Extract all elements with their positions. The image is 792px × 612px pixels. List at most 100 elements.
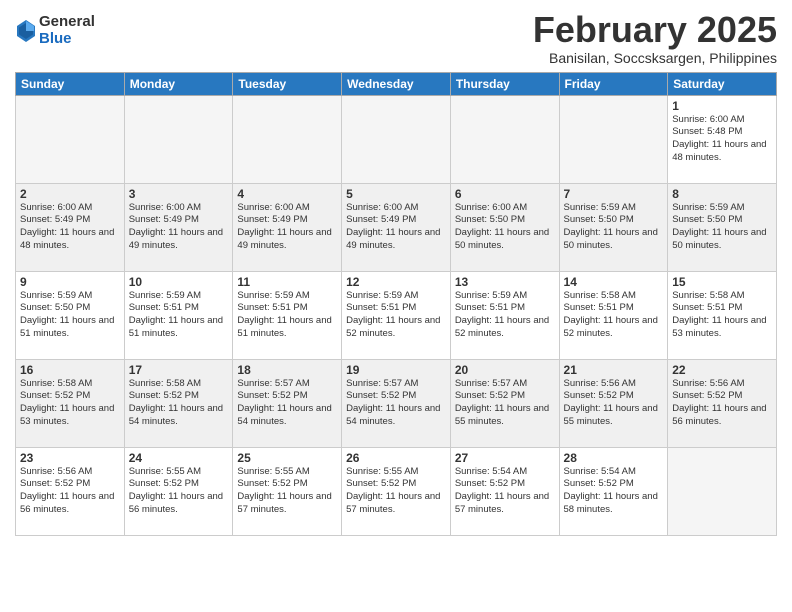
- calendar-week-row: 1Sunrise: 6:00 AM Sunset: 5:48 PM Daylig…: [16, 95, 777, 183]
- logo-text: General Blue: [39, 14, 95, 47]
- day-info: Sunrise: 5:57 AM Sunset: 5:52 PM Dayligh…: [346, 378, 446, 429]
- table-row: 6Sunrise: 6:00 AM Sunset: 5:50 PM Daylig…: [450, 183, 559, 271]
- day-info: Sunrise: 5:59 AM Sunset: 5:51 PM Dayligh…: [129, 290, 229, 341]
- day-info: Sunrise: 5:57 AM Sunset: 5:52 PM Dayligh…: [237, 378, 337, 429]
- table-row: 11Sunrise: 5:59 AM Sunset: 5:51 PM Dayli…: [233, 271, 342, 359]
- day-info: Sunrise: 5:59 AM Sunset: 5:51 PM Dayligh…: [346, 290, 446, 341]
- header: General Blue February 2025 Banisilan, So…: [15, 10, 777, 66]
- header-sunday: Sunday: [16, 72, 125, 95]
- day-info: Sunrise: 5:56 AM Sunset: 5:52 PM Dayligh…: [564, 378, 664, 429]
- table-row: 18Sunrise: 5:57 AM Sunset: 5:52 PM Dayli…: [233, 359, 342, 447]
- calendar-table: Sunday Monday Tuesday Wednesday Thursday…: [15, 72, 777, 536]
- header-tuesday: Tuesday: [233, 72, 342, 95]
- day-number: 7: [564, 187, 664, 201]
- table-row: 14Sunrise: 5:58 AM Sunset: 5:51 PM Dayli…: [559, 271, 668, 359]
- table-row: 12Sunrise: 5:59 AM Sunset: 5:51 PM Dayli…: [342, 271, 451, 359]
- logo: General Blue: [15, 14, 95, 47]
- calendar-week-row: 23Sunrise: 5:56 AM Sunset: 5:52 PM Dayli…: [16, 447, 777, 535]
- day-info: Sunrise: 6:00 AM Sunset: 5:48 PM Dayligh…: [672, 114, 772, 165]
- day-info: Sunrise: 5:58 AM Sunset: 5:51 PM Dayligh…: [564, 290, 664, 341]
- table-row: 15Sunrise: 5:58 AM Sunset: 5:51 PM Dayli…: [668, 271, 777, 359]
- day-number: 11: [237, 275, 337, 289]
- table-row: 5Sunrise: 6:00 AM Sunset: 5:49 PM Daylig…: [342, 183, 451, 271]
- day-number: 6: [455, 187, 555, 201]
- day-number: 21: [564, 363, 664, 377]
- table-row: 13Sunrise: 5:59 AM Sunset: 5:51 PM Dayli…: [450, 271, 559, 359]
- table-row: [559, 95, 668, 183]
- day-number: 26: [346, 451, 446, 465]
- day-info: Sunrise: 5:56 AM Sunset: 5:52 PM Dayligh…: [20, 466, 120, 517]
- day-number: 15: [672, 275, 772, 289]
- day-number: 28: [564, 451, 664, 465]
- day-number: 18: [237, 363, 337, 377]
- table-row: 16Sunrise: 5:58 AM Sunset: 5:52 PM Dayli…: [16, 359, 125, 447]
- day-number: 8: [672, 187, 772, 201]
- table-row: 3Sunrise: 6:00 AM Sunset: 5:49 PM Daylig…: [124, 183, 233, 271]
- day-number: 12: [346, 275, 446, 289]
- calendar-week-row: 9Sunrise: 5:59 AM Sunset: 5:50 PM Daylig…: [16, 271, 777, 359]
- table-row: 9Sunrise: 5:59 AM Sunset: 5:50 PM Daylig…: [16, 271, 125, 359]
- day-info: Sunrise: 5:54 AM Sunset: 5:52 PM Dayligh…: [455, 466, 555, 517]
- day-info: Sunrise: 5:58 AM Sunset: 5:52 PM Dayligh…: [129, 378, 229, 429]
- header-friday: Friday: [559, 72, 668, 95]
- day-number: 17: [129, 363, 229, 377]
- day-info: Sunrise: 5:58 AM Sunset: 5:52 PM Dayligh…: [20, 378, 120, 429]
- day-info: Sunrise: 6:00 AM Sunset: 5:49 PM Dayligh…: [129, 202, 229, 253]
- day-number: 1: [672, 99, 772, 113]
- month-title: February 2025: [533, 10, 777, 50]
- day-info: Sunrise: 6:00 AM Sunset: 5:50 PM Dayligh…: [455, 202, 555, 253]
- day-number: 23: [20, 451, 120, 465]
- logo-icon: [17, 20, 35, 42]
- table-row: 28Sunrise: 5:54 AM Sunset: 5:52 PM Dayli…: [559, 447, 668, 535]
- table-row: [342, 95, 451, 183]
- day-info: Sunrise: 6:00 AM Sunset: 5:49 PM Dayligh…: [20, 202, 120, 253]
- day-number: 13: [455, 275, 555, 289]
- day-info: Sunrise: 5:56 AM Sunset: 5:52 PM Dayligh…: [672, 378, 772, 429]
- day-number: 14: [564, 275, 664, 289]
- title-area: February 2025 Banisilan, Soccsksargen, P…: [533, 10, 777, 66]
- day-number: 10: [129, 275, 229, 289]
- table-row: 8Sunrise: 5:59 AM Sunset: 5:50 PM Daylig…: [668, 183, 777, 271]
- table-row: [16, 95, 125, 183]
- header-wednesday: Wednesday: [342, 72, 451, 95]
- day-number: 16: [20, 363, 120, 377]
- day-info: Sunrise: 5:54 AM Sunset: 5:52 PM Dayligh…: [564, 466, 664, 517]
- table-row: 4Sunrise: 6:00 AM Sunset: 5:49 PM Daylig…: [233, 183, 342, 271]
- page: General Blue February 2025 Banisilan, So…: [0, 0, 792, 612]
- day-info: Sunrise: 5:58 AM Sunset: 5:51 PM Dayligh…: [672, 290, 772, 341]
- day-info: Sunrise: 6:00 AM Sunset: 5:49 PM Dayligh…: [237, 202, 337, 253]
- table-row: 26Sunrise: 5:55 AM Sunset: 5:52 PM Dayli…: [342, 447, 451, 535]
- day-info: Sunrise: 5:55 AM Sunset: 5:52 PM Dayligh…: [129, 466, 229, 517]
- day-number: 25: [237, 451, 337, 465]
- table-row: 10Sunrise: 5:59 AM Sunset: 5:51 PM Dayli…: [124, 271, 233, 359]
- day-number: 5: [346, 187, 446, 201]
- table-row: 25Sunrise: 5:55 AM Sunset: 5:52 PM Dayli…: [233, 447, 342, 535]
- table-row: 23Sunrise: 5:56 AM Sunset: 5:52 PM Dayli…: [16, 447, 125, 535]
- day-info: Sunrise: 5:59 AM Sunset: 5:51 PM Dayligh…: [455, 290, 555, 341]
- day-number: 3: [129, 187, 229, 201]
- calendar-week-row: 2Sunrise: 6:00 AM Sunset: 5:49 PM Daylig…: [16, 183, 777, 271]
- day-info: Sunrise: 5:59 AM Sunset: 5:51 PM Dayligh…: [237, 290, 337, 341]
- header-monday: Monday: [124, 72, 233, 95]
- calendar-header-row: Sunday Monday Tuesday Wednesday Thursday…: [16, 72, 777, 95]
- day-info: Sunrise: 5:57 AM Sunset: 5:52 PM Dayligh…: [455, 378, 555, 429]
- header-thursday: Thursday: [450, 72, 559, 95]
- table-row: 22Sunrise: 5:56 AM Sunset: 5:52 PM Dayli…: [668, 359, 777, 447]
- logo-general: General: [39, 14, 95, 31]
- day-number: 20: [455, 363, 555, 377]
- day-number: 24: [129, 451, 229, 465]
- table-row: 7Sunrise: 5:59 AM Sunset: 5:50 PM Daylig…: [559, 183, 668, 271]
- day-number: 2: [20, 187, 120, 201]
- table-row: [233, 95, 342, 183]
- day-info: Sunrise: 5:55 AM Sunset: 5:52 PM Dayligh…: [346, 466, 446, 517]
- table-row: 20Sunrise: 5:57 AM Sunset: 5:52 PM Dayli…: [450, 359, 559, 447]
- location-title: Banisilan, Soccsksargen, Philippines: [533, 50, 777, 66]
- day-number: 27: [455, 451, 555, 465]
- calendar-week-row: 16Sunrise: 5:58 AM Sunset: 5:52 PM Dayli…: [16, 359, 777, 447]
- table-row: 1Sunrise: 6:00 AM Sunset: 5:48 PM Daylig…: [668, 95, 777, 183]
- day-info: Sunrise: 5:59 AM Sunset: 5:50 PM Dayligh…: [564, 202, 664, 253]
- day-number: 4: [237, 187, 337, 201]
- table-row: [668, 447, 777, 535]
- day-info: Sunrise: 6:00 AM Sunset: 5:49 PM Dayligh…: [346, 202, 446, 253]
- logo-blue: Blue: [39, 31, 95, 48]
